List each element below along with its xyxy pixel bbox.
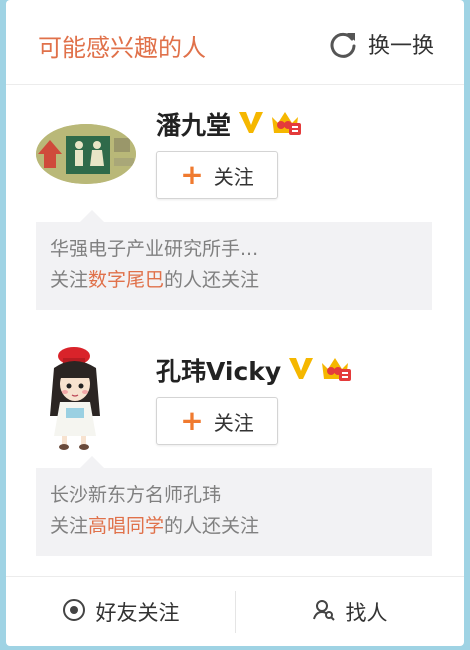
reason-prefix: 关注 — [50, 515, 89, 537]
refresh-button[interactable]: 换一换 — [328, 28, 434, 60]
reason-suffix: 的人还关注 — [164, 515, 260, 537]
name-row: 孔玮Vicky — [156, 352, 353, 388]
user-bio: 长沙新东方名师孔玮 — [50, 484, 222, 506]
reason-link[interactable]: 高唱同学 — [88, 515, 164, 537]
follow-label: 关注 — [213, 410, 254, 435]
plus-icon: + — [180, 158, 204, 191]
reason-line: 关注数字尾巴的人还关注 — [50, 265, 418, 296]
avatar[interactable] — [36, 346, 136, 450]
reason-line: 关注高唱同学的人还关注 — [50, 511, 418, 542]
user-name[interactable]: 孔玮Vicky — [156, 352, 281, 388]
user-name[interactable]: 潘九堂 — [156, 106, 231, 142]
refresh-label: 换一换 — [367, 34, 434, 59]
reason-link[interactable]: 数字尾巴 — [88, 269, 164, 291]
avatar[interactable] — [36, 104, 136, 204]
recommend-reason: 华强电子产业研究所手... 关注数字尾巴的人还关注 — [36, 210, 432, 310]
refresh-icon — [328, 29, 358, 59]
recommend-reason: 长沙新东方名师孔玮 关注高唱同学的人还关注 — [36, 456, 432, 556]
name-row: 潘九堂 — [156, 106, 303, 142]
interest-people-card: 可能感兴趣的人 换一换 潘九堂 + 关注 华强电子产业研究所手... 关注数字尾… — [6, 0, 464, 646]
follow-button[interactable]: + 关注 — [156, 397, 278, 445]
vip-crown-icon — [269, 107, 303, 141]
plus-icon: + — [180, 404, 204, 437]
follow-button[interactable]: + 关注 — [156, 151, 278, 199]
target-icon — [62, 598, 96, 626]
friends-follow-button[interactable]: 好友关注 — [6, 577, 235, 646]
verified-v-icon — [287, 354, 315, 386]
friends-follow-label: 好友关注 — [95, 601, 180, 625]
find-people-icon — [312, 598, 346, 626]
vip-crown-icon — [319, 353, 353, 387]
card-footer: 好友关注 找人 — [6, 576, 464, 646]
card-header: 可能感兴趣的人 换一换 — [6, 0, 464, 85]
find-people-label: 找人 — [345, 601, 388, 625]
user-bio: 华强电子产业研究所手... — [50, 238, 259, 260]
find-people-button[interactable]: 找人 — [235, 577, 464, 646]
card-title: 可能感兴趣的人 — [38, 34, 206, 62]
follow-label: 关注 — [213, 164, 254, 189]
reason-suffix: 的人还关注 — [164, 269, 260, 291]
reason-prefix: 关注 — [50, 269, 89, 291]
verified-v-icon — [237, 108, 265, 140]
